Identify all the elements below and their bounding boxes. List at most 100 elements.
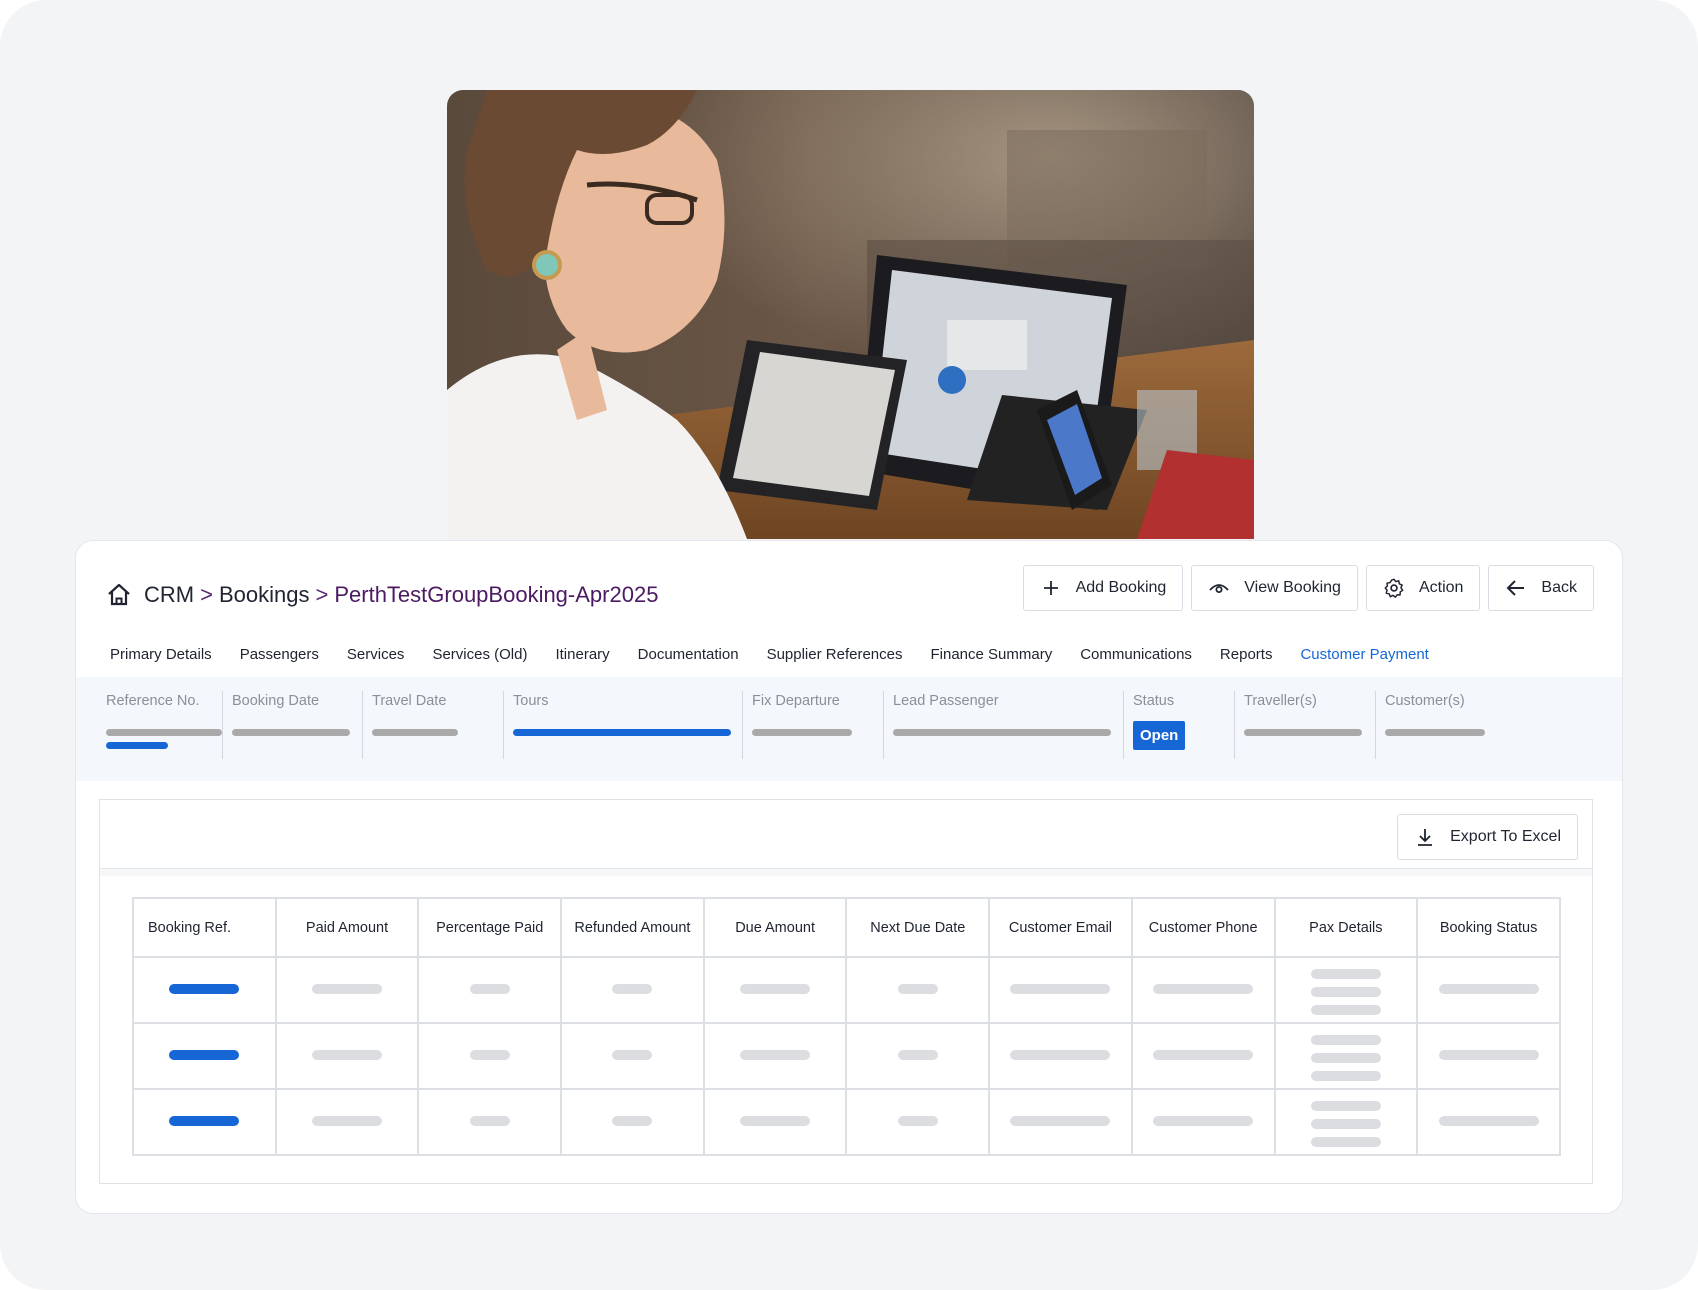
placeholder-stack	[1310, 1100, 1381, 1147]
summary-fix-departure: Fix Departure	[742, 677, 883, 781]
booking-card: CRM > Bookings > PerthTestGroupBooking-A…	[75, 540, 1623, 1214]
cell-booking-ref[interactable]	[132, 956, 277, 1024]
placeholder-bar	[106, 729, 222, 736]
placeholder-pill	[897, 1116, 938, 1126]
cell-booking-ref[interactable]	[132, 1088, 277, 1156]
placeholder-pill	[1153, 1050, 1254, 1060]
column-header-refunded-amount[interactable]: Refunded Amount	[560, 897, 705, 958]
tab-primary-details[interactable]: Primary Details	[96, 645, 226, 681]
add-booking-label: Add Booking	[1075, 579, 1167, 596]
download-icon	[1414, 826, 1436, 848]
column-header-due-amount[interactable]: Due Amount	[702, 897, 848, 958]
cell-next-due-date	[845, 1022, 991, 1090]
placeholder-pill	[1010, 984, 1111, 994]
tab-services-old[interactable]: Services (Old)	[418, 645, 541, 681]
column-header-booking-status[interactable]: Booking Status	[1416, 897, 1561, 958]
arrow-left-icon	[1505, 577, 1527, 599]
cell-percentage-paid	[417, 1088, 563, 1156]
column-header-pax-details[interactable]: Pax Details	[1273, 897, 1419, 958]
cell-percentage-paid	[417, 956, 563, 1024]
placeholder-pill	[1010, 1050, 1111, 1060]
home-icon[interactable]	[106, 582, 132, 608]
summary-label: Customer(s)	[1385, 693, 1465, 709]
placeholder-pill	[1438, 1050, 1539, 1060]
placeholder-pill	[1310, 1004, 1381, 1015]
tab-passengers[interactable]: Passengers	[226, 645, 333, 681]
view-booking-label: View Booking	[1244, 579, 1341, 596]
placeholder-pill	[469, 1116, 510, 1126]
placeholder-pill	[1310, 1052, 1381, 1063]
summary-customers: Customer(s)	[1375, 677, 1535, 781]
placeholder-pill	[1310, 1070, 1381, 1081]
summary-reference-no: Reference No.	[76, 677, 222, 781]
tab-supplier-references[interactable]: Supplier References	[753, 645, 917, 681]
panel-toolbar: Export To Excel	[100, 800, 1592, 876]
placeholder-pill	[312, 1050, 383, 1060]
cell-pax-details	[1273, 1088, 1419, 1156]
cell-next-due-date	[845, 1088, 991, 1156]
placeholder-stack	[1310, 968, 1381, 1015]
breadcrumb-current: PerthTestGroupBooking-Apr2025	[334, 582, 659, 607]
summary-travellers: Traveller(s)	[1234, 677, 1375, 781]
placeholder-pill	[1310, 1118, 1381, 1129]
export-to-excel-button[interactable]: Export To Excel	[1397, 814, 1578, 860]
booking-summary-strip: Reference No. Booking Date Travel Date T…	[76, 677, 1622, 781]
placeholder-pill	[1153, 984, 1254, 994]
placeholder-pill	[897, 984, 938, 994]
breadcrumb-separator: >	[315, 582, 329, 607]
placeholder-pill	[1310, 1100, 1381, 1111]
cell-paid-amount	[274, 956, 420, 1024]
placeholder-bar	[1244, 729, 1362, 736]
tab-customer-payment[interactable]: Customer Payment	[1300, 645, 1429, 681]
cell-booking-status	[1416, 956, 1561, 1024]
breadcrumb-bookings[interactable]: Bookings	[219, 582, 310, 608]
column-header-paid-amount[interactable]: Paid Amount	[274, 897, 420, 958]
table-row	[132, 956, 1561, 1024]
tab-services[interactable]: Services	[333, 645, 419, 681]
column-header-customer-email[interactable]: Customer Email	[988, 897, 1133, 958]
placeholder-stack	[1310, 1034, 1381, 1081]
add-booking-button[interactable]: Add Booking	[1022, 565, 1184, 611]
breadcrumb-crm[interactable]: CRM	[144, 582, 194, 608]
column-header-percentage-paid[interactable]: Percentage Paid	[417, 897, 563, 958]
summary-label: Booking Date	[232, 693, 320, 709]
tab-reports[interactable]: Reports	[1206, 645, 1287, 681]
placeholder-bar	[513, 729, 731, 736]
back-button[interactable]: Back	[1488, 565, 1594, 611]
action-button[interactable]: Action	[1365, 565, 1481, 611]
summary-label: Traveller(s)	[1244, 693, 1317, 709]
placeholder-bar	[372, 729, 458, 736]
placeholder-pill	[1153, 1116, 1254, 1126]
tab-documentation[interactable]: Documentation	[624, 645, 753, 681]
placeholder-pill	[312, 984, 383, 994]
column-header-next-due-date[interactable]: Next Due Date	[845, 897, 991, 958]
placeholder-pill	[1310, 1136, 1381, 1147]
placeholder-pill	[1310, 1034, 1381, 1045]
placeholder-pill	[740, 1050, 811, 1060]
cell-due-amount	[702, 1088, 848, 1156]
summary-label: Fix Departure	[752, 693, 840, 709]
cell-refunded-amount	[560, 1088, 705, 1156]
tab-communications[interactable]: Communications	[1066, 645, 1206, 681]
tab-finance-summary[interactable]: Finance Summary	[916, 645, 1066, 681]
plus-icon	[1040, 577, 1062, 599]
column-header-booking-ref[interactable]: Booking Ref.	[132, 897, 277, 958]
placeholder-pill	[612, 1116, 653, 1126]
breadcrumb-separator: >	[200, 582, 213, 607]
summary-booking-date: Booking Date	[222, 677, 362, 781]
placeholder-pill	[469, 984, 510, 994]
placeholder-pill	[1438, 984, 1539, 994]
column-header-customer-phone[interactable]: Customer Phone	[1130, 897, 1276, 958]
cell-due-amount	[702, 1022, 848, 1090]
export-label: Export To Excel	[1450, 828, 1561, 845]
summary-label: Reference No.	[106, 693, 200, 709]
tab-itinerary[interactable]: Itinerary	[541, 645, 623, 681]
placeholder-pill	[612, 984, 653, 994]
header-actions: Add Booking View Booking Action Back	[1022, 565, 1594, 611]
table-row	[132, 1088, 1561, 1156]
action-label: Action	[1418, 579, 1464, 596]
customer-payment-table: Booking Ref. Paid Amount Percentage Paid…	[132, 897, 1561, 1156]
customer-payment-panel: Export To Excel Booking Ref. Paid Amount…	[99, 799, 1593, 1184]
cell-booking-ref[interactable]	[132, 1022, 277, 1090]
view-booking-button[interactable]: View Booking	[1191, 565, 1358, 611]
